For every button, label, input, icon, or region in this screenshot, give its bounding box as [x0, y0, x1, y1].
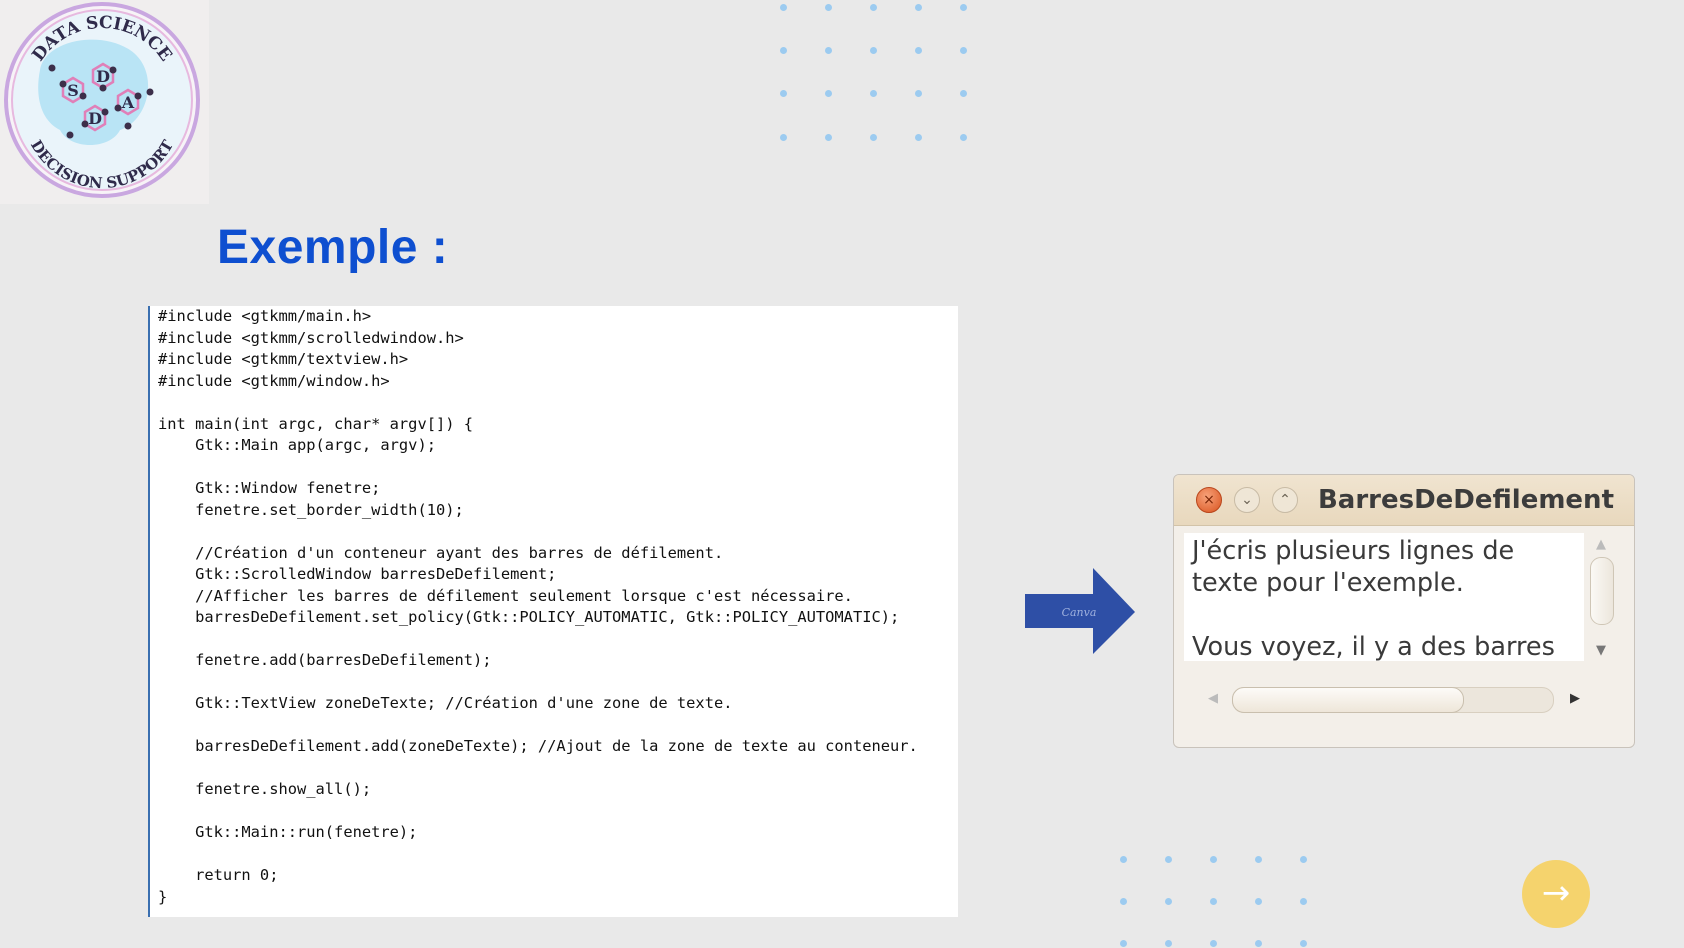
arrow-right-graphic: Canva	[1025, 568, 1137, 661]
scroll-down-icon: ▼	[1596, 643, 1606, 658]
canva-watermark: Canva	[1062, 606, 1097, 619]
logo-letter-d1: D	[96, 67, 110, 86]
text-view-content: J'écris plusieurs lignes de texte pour l…	[1192, 535, 1572, 661]
code-panel: #include <gtkmm/main.h> #include <gtkmm/…	[148, 306, 958, 917]
text-view-text: J'écris plusieurs lignes de texte pour l…	[1192, 536, 1555, 661]
next-slide-button[interactable]: →	[1522, 860, 1590, 928]
logo-letter-a: A	[121, 93, 135, 112]
scroll-up-icon: ▲	[1596, 537, 1606, 552]
window-title: BarresDeDefilement	[1317, 485, 1614, 515]
horizontal-scrollbar	[1232, 685, 1560, 713]
vertical-scrollbar: ▲ ▼	[1582, 533, 1614, 661]
code-block: #include <gtkmm/main.h> #include <gtkmm/…	[158, 307, 918, 906]
minimize-icon: ⌄	[1234, 487, 1260, 513]
slide-title: Exemple :	[217, 221, 449, 274]
data-science-logo: DATA SCIENCE DECISION SUPPORT S D D A	[4, 2, 200, 198]
logo-letter-d2: D	[88, 109, 102, 128]
scroll-right-icon: ▶	[1570, 691, 1580, 706]
vertical-scroll-thumb	[1590, 557, 1614, 625]
scroll-left-icon: ◀	[1208, 691, 1218, 706]
window-titlebar: × ⌄ ⌃ BarresDeDefilement	[1174, 475, 1634, 526]
horizontal-scroll-thumb	[1232, 687, 1464, 713]
close-icon: ×	[1196, 487, 1222, 513]
logo: DATA SCIENCE DECISION SUPPORT S D D A	[0, 0, 209, 204]
gtk-window-screenshot: × ⌄ ⌃ BarresDeDefilement J'écris plusieu…	[1173, 474, 1635, 748]
text-view: J'écris plusieurs lignes de texte pour l…	[1184, 533, 1584, 661]
maximize-icon: ⌃	[1272, 487, 1298, 513]
logo-letter-s: S	[67, 81, 79, 100]
